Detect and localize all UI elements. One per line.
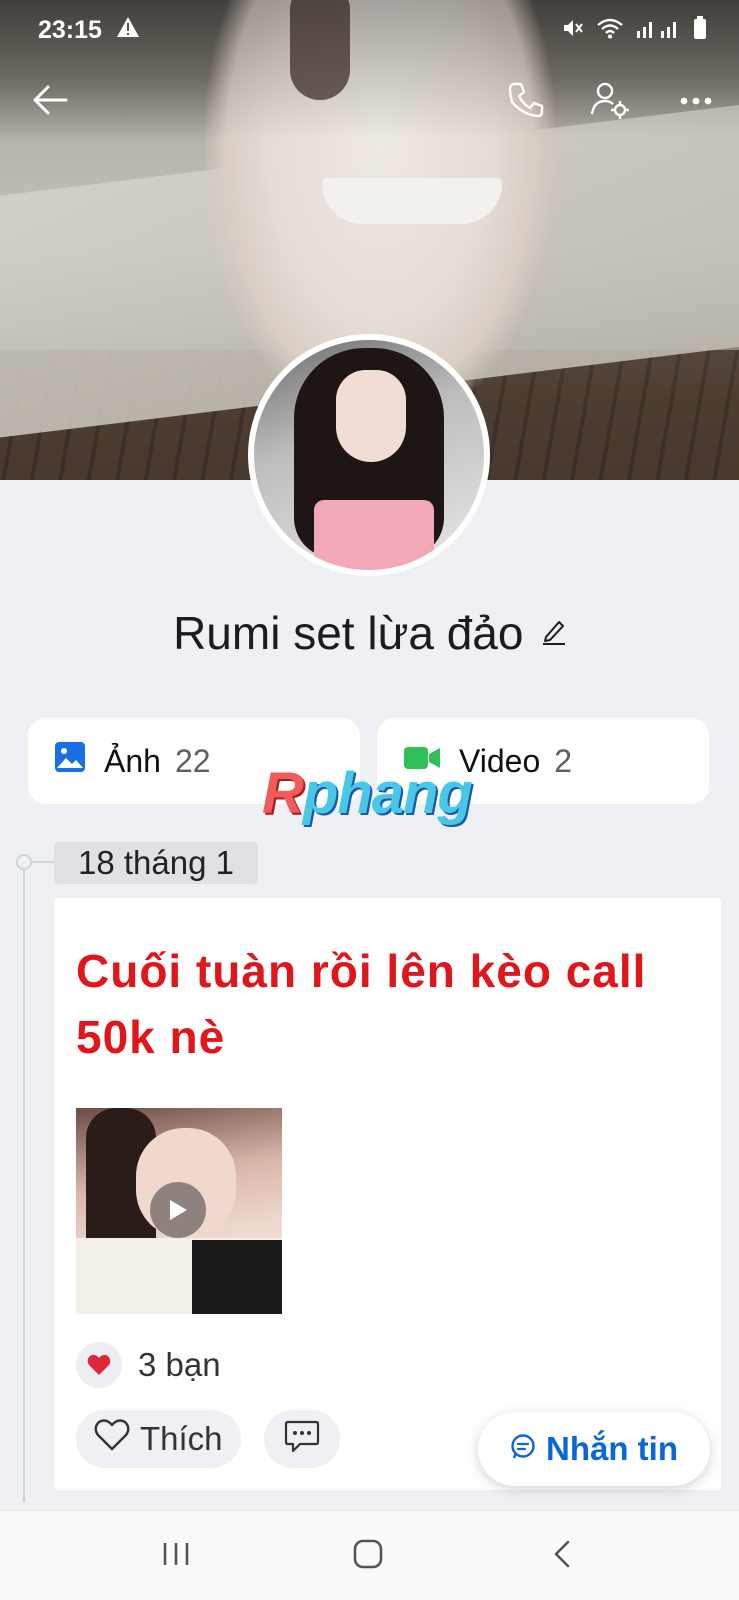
post-text: Cuối tuàn rồi lên kèo call 50k nè [76,945,647,1063]
system-back-button[interactable] [532,1531,592,1581]
watermark-initial: R [262,761,304,826]
avatar-image [254,340,484,570]
avatar-face [336,370,406,462]
reaction-count: 3 bạn [138,1346,221,1383]
thumb-top [192,1240,282,1314]
profile-name-row: Rumi set lừa đảo [0,606,739,660]
heart-outline-icon [94,1419,130,1459]
image-icon [54,741,86,781]
arrow-left-icon [32,84,68,121]
mute-icon [561,16,585,45]
watermark-logo: Rphang [262,760,473,827]
play-icon[interactable] [150,1182,206,1238]
timeline-dot [16,854,32,870]
back-button[interactable] [26,78,74,126]
status-time: 23:15 [38,16,102,44]
more-dots-icon [679,93,713,111]
phone-icon [507,81,545,124]
warning-icon [116,16,140,43]
more-options-button[interactable] [672,78,720,126]
home-button[interactable] [338,1531,398,1581]
recents-button[interactable] [146,1531,206,1581]
timeline-connector [32,861,54,863]
message-button[interactable]: Nhắn tin [478,1412,710,1486]
profile-name: Rumi set lừa đảo [173,607,524,659]
like-label: Thích [140,1420,223,1457]
watermark-text: phang [302,761,473,826]
chevron-left-icon [552,1539,572,1574]
profile-settings-button[interactable] [586,78,634,126]
cover-garment [322,178,502,224]
timeline-date: 18 tháng 1 [54,842,258,884]
call-button[interactable] [502,78,550,126]
post-video-thumbnail[interactable] [76,1108,282,1314]
wifi-icon [597,17,623,44]
videos-count: 2 [554,742,573,779]
signal-icon [635,17,681,44]
battery-icon [693,16,707,45]
pencil-icon[interactable] [542,617,566,650]
avatar-clothing [314,500,434,570]
comment-icon [284,1420,320,1459]
timeline-line [23,862,25,1502]
heart-icon [76,1342,122,1388]
user-settings-icon [590,80,630,125]
comment-button[interactable] [264,1410,340,1468]
status-bar: 23:15 [0,0,739,58]
status-icons [561,16,707,45]
home-icon [352,1538,384,1575]
recents-icon [161,1541,191,1572]
system-navigation-bar [0,1510,739,1600]
photos-label: Ảnh [104,742,161,779]
reactions-summary[interactable]: 3 bạn [76,1342,221,1388]
message-label: Nhắn tin [546,1430,678,1467]
photos-count: 22 [174,742,211,779]
like-button[interactable]: Thích [76,1410,241,1468]
message-icon [510,1430,536,1468]
avatar[interactable] [248,334,490,576]
post-card: Cuối tuàn rồi lên kèo call 50k nè 3 bạn … [54,898,721,1490]
